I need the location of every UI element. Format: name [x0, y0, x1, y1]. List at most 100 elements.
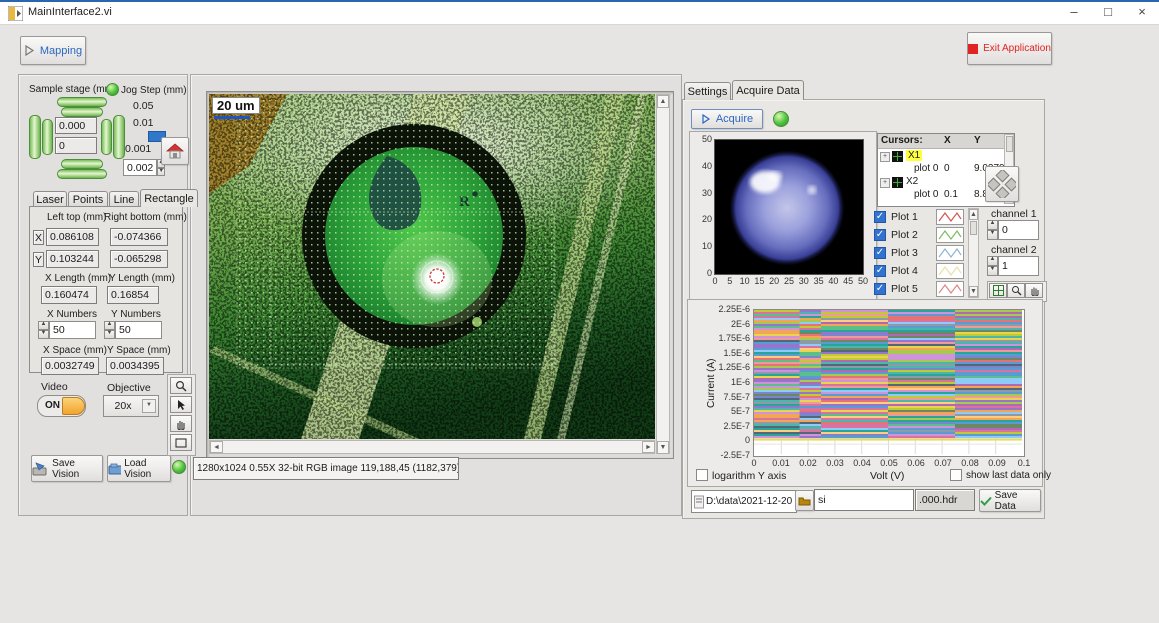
channel2-down-icon[interactable]: ▼: [987, 266, 998, 276]
minimize-button[interactable]: –: [1057, 2, 1091, 24]
iv-traces-plot[interactable]: [753, 309, 1025, 457]
y-numbers-value[interactable]: 50: [115, 321, 162, 339]
channel1-value[interactable]: 0: [998, 220, 1039, 240]
data-path-value[interactable]: D:\data\2021-12-20: [706, 496, 792, 507]
legend-scroll-down-icon[interactable]: ▼: [969, 286, 978, 297]
save-vision-button[interactable]: Save Vision: [31, 455, 103, 482]
save-data-button[interactable]: Save Data: [979, 489, 1041, 512]
plot3-checkbox[interactable]: ✓: [874, 247, 886, 259]
select-tool-button[interactable]: [170, 396, 192, 413]
plot4-style-icon[interactable]: [936, 263, 964, 279]
mapping-button[interactable]: Mapping: [20, 36, 86, 65]
right-bottom-y-field[interactable]: -0.065298: [110, 250, 168, 268]
pan-tool-button[interactable]: [170, 415, 192, 432]
y-numbers-down-icon[interactable]: ▼: [104, 330, 115, 339]
y-space-field[interactable]: 0.0034395: [106, 357, 164, 375]
plot1-checkbox[interactable]: ✓: [874, 211, 886, 223]
stage-up-outer-button[interactable]: [57, 97, 107, 107]
right-bottom-x-field[interactable]: -0.074366: [110, 228, 168, 246]
cursor-move-tool-button[interactable]: [989, 283, 1007, 298]
acquire-button[interactable]: Acquire: [691, 109, 763, 129]
y-numbers-up-icon[interactable]: ▲: [104, 321, 115, 330]
channel2-value[interactable]: 1: [998, 256, 1039, 276]
x-numbers-up-icon[interactable]: ▲: [38, 321, 49, 330]
zoom-tool-button[interactable]: [170, 377, 192, 394]
exit-application-button[interactable]: Exit Application: [967, 32, 1052, 65]
cursor-mover-pad[interactable]: [985, 166, 1019, 202]
left-top-x-field[interactable]: 0.086108: [46, 228, 99, 246]
show-last-checkbox[interactable]: [950, 469, 962, 481]
microscope-image[interactable]: R 20 um: [209, 94, 655, 439]
video-toggle[interactable]: ON: [37, 395, 86, 417]
plot3-style-icon[interactable]: [936, 245, 964, 261]
jog-option-0001[interactable]: 0.001: [125, 143, 151, 155]
plot5-style-icon[interactable]: [936, 281, 964, 297]
jog-option-001[interactable]: 0.01: [133, 117, 153, 129]
log-y-checkbox[interactable]: [696, 469, 708, 481]
graph-pan-tool-button[interactable]: [1025, 283, 1043, 298]
jog-step-spinner[interactable]: 0.002 ▲▼: [123, 159, 165, 176]
objective-dropdown[interactable]: 20x ▼: [103, 395, 159, 417]
tab-points[interactable]: Points: [68, 191, 108, 207]
expand-icon[interactable]: +: [880, 152, 890, 162]
legend-scrollbar[interactable]: ▲ ▼: [968, 208, 979, 298]
scroll-left-arrow-icon[interactable]: ◄: [210, 441, 223, 453]
stage-right-inner-button[interactable]: [101, 119, 112, 155]
tab-settings[interactable]: Settings: [684, 82, 731, 100]
file-basename-input[interactable]: si: [814, 489, 914, 511]
channel1-spinner[interactable]: ▲▼ 0: [987, 220, 1039, 240]
plot2-checkbox[interactable]: ✓: [874, 229, 886, 241]
plot1-style-icon[interactable]: [936, 209, 964, 225]
stage-left-outer-button[interactable]: [29, 115, 41, 159]
scroll-up-arrow-icon[interactable]: ▲: [657, 95, 669, 108]
intensity-map-plot[interactable]: [714, 139, 864, 275]
x-space-field[interactable]: 0.0032749: [41, 357, 99, 375]
close-button[interactable]: ×: [1125, 2, 1159, 24]
cursor-x1-name[interactable]: X1: [906, 150, 922, 161]
home-button[interactable]: [161, 137, 189, 165]
video-toggle-knob[interactable]: [62, 397, 85, 415]
jog-step-down-icon[interactable]: ▼: [157, 168, 165, 177]
y-length-field[interactable]: 0.16854: [107, 286, 159, 304]
rectangle-tool-button[interactable]: [170, 434, 192, 451]
stage-x-readout[interactable]: 0.000: [55, 117, 97, 134]
image-horizontal-scrollbar[interactable]: ◄ ►: [209, 440, 655, 454]
jog-step-value[interactable]: 0.002: [123, 159, 157, 176]
tab-line[interactable]: Line: [109, 191, 139, 207]
x-numbers-down-icon[interactable]: ▼: [38, 330, 49, 339]
tab-rectangle[interactable]: Rectangle: [140, 189, 198, 207]
channel2-up-icon[interactable]: ▲: [987, 256, 998, 266]
plot2-style-icon[interactable]: [936, 227, 964, 243]
data-path-control[interactable]: D:\data\2021-12-20: [691, 490, 797, 513]
expand-icon[interactable]: +: [880, 178, 890, 188]
y-numbers-spinner[interactable]: ▲▼ 50: [104, 321, 162, 339]
legend-scroll-up-icon[interactable]: ▲: [969, 209, 978, 220]
maximize-button[interactable]: □: [1091, 2, 1125, 24]
jog-option-005[interactable]: 0.05: [133, 100, 153, 112]
x-length-field[interactable]: 0.160474: [41, 286, 97, 304]
channel1-down-icon[interactable]: ▼: [987, 230, 998, 240]
graph-zoom-tool-button[interactable]: [1007, 283, 1025, 298]
x-numbers-spinner[interactable]: ▲▼ 50: [38, 321, 96, 339]
channel1-up-icon[interactable]: ▲: [987, 220, 998, 230]
plot5-checkbox[interactable]: ✓: [874, 283, 886, 295]
stage-right-outer-button[interactable]: [113, 115, 125, 159]
load-vision-button[interactable]: Load Vision: [107, 455, 171, 482]
cursor-row-x1[interactable]: + X1: [880, 150, 1004, 163]
stage-down-inner-button[interactable]: [61, 159, 103, 169]
stage-down-outer-button[interactable]: [57, 169, 107, 179]
stage-left-inner-button[interactable]: [42, 119, 53, 155]
stage-y-readout[interactable]: 0: [55, 137, 97, 154]
tab-laser[interactable]: Laser: [33, 191, 67, 207]
browse-folder-button[interactable]: [795, 490, 814, 511]
image-vertical-scrollbar[interactable]: ▲ ▼: [656, 94, 670, 454]
plot4-checkbox[interactable]: ✓: [874, 265, 886, 277]
scroll-right-arrow-icon[interactable]: ►: [642, 441, 655, 453]
objective-dropdown-arrow-icon[interactable]: ▼: [142, 399, 156, 413]
left-top-y-field[interactable]: 0.103244: [46, 250, 99, 268]
tab-acquire-data[interactable]: Acquire Data: [732, 80, 804, 100]
channel2-spinner[interactable]: ▲▼ 1: [987, 256, 1039, 276]
x-numbers-value[interactable]: 50: [49, 321, 96, 339]
stage-up-inner-button[interactable]: [61, 107, 103, 117]
scroll-down-arrow-icon[interactable]: ▼: [657, 441, 669, 454]
